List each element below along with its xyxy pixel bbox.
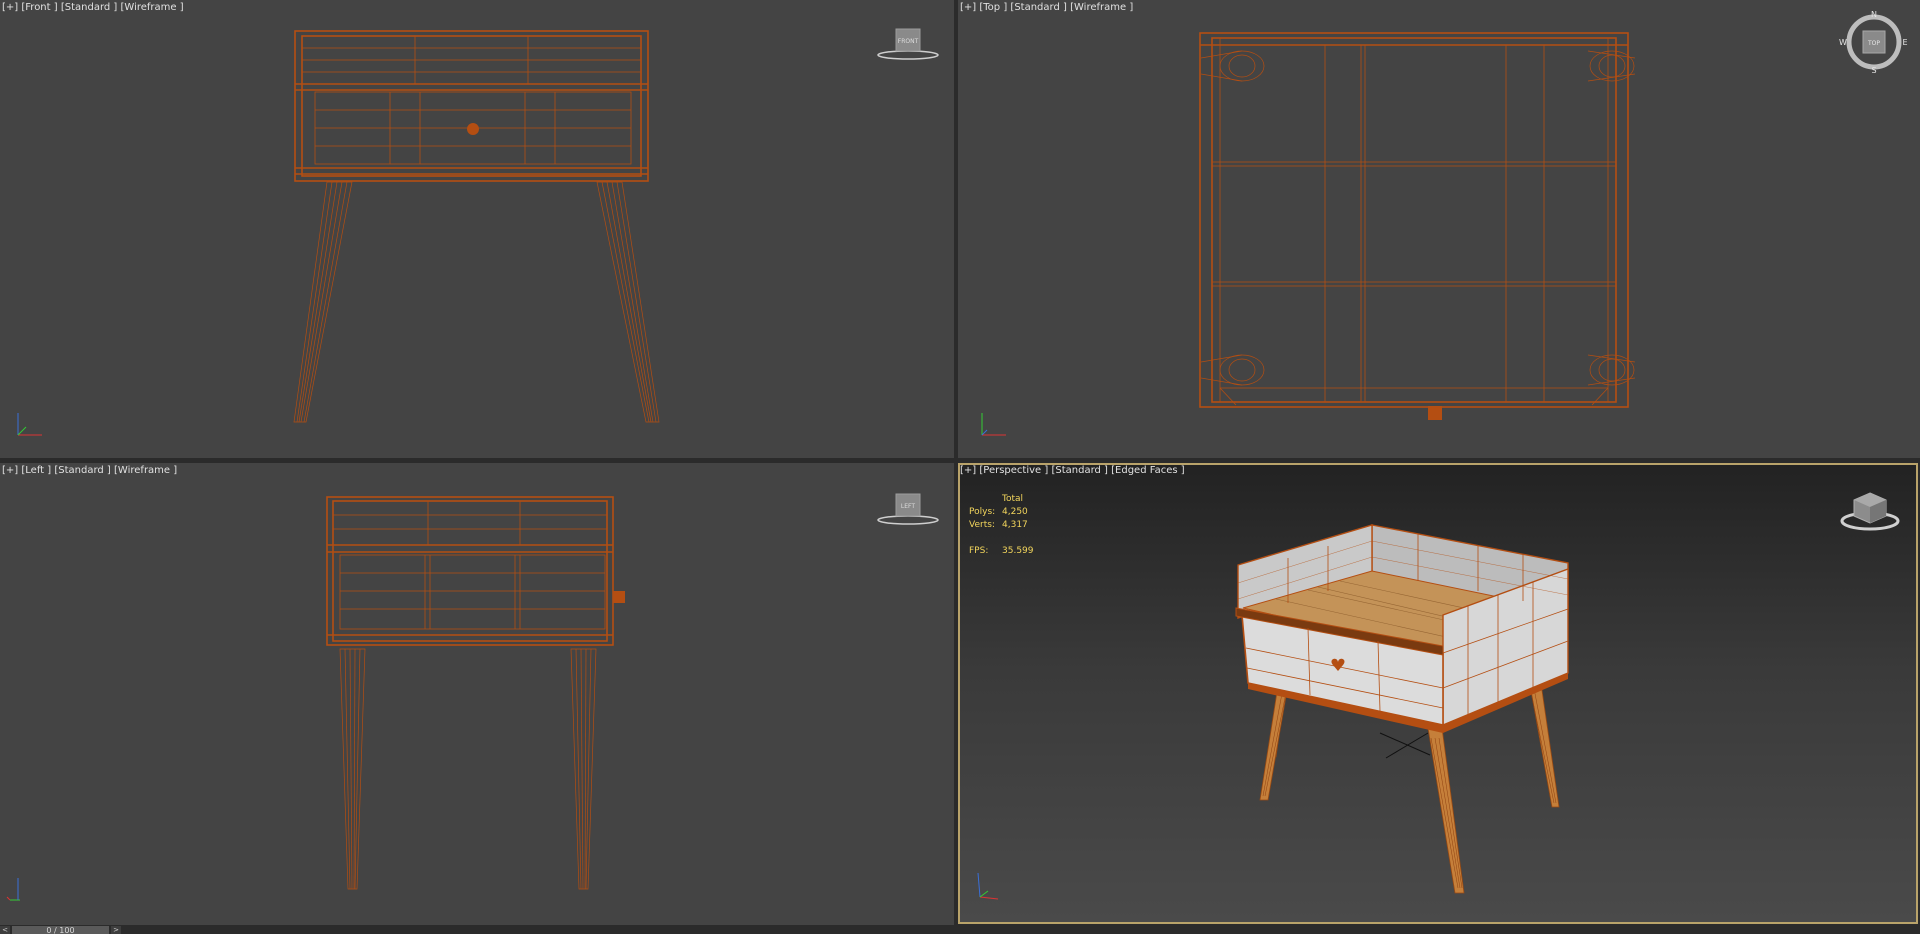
viewport-menu-button[interactable]: [+]	[2, 2, 18, 13]
viewport-left[interactable]: [+] [Left ] [Standard ] [Wireframe ] LEF…	[0, 463, 954, 925]
previous-frame-button[interactable]: <	[0, 926, 10, 934]
shading-mode-label[interactable]: [Wireframe ]	[121, 2, 184, 13]
stats-verts-label: Verts:	[969, 520, 995, 530]
viewport-label-left[interactable]: [+] [Left ] [Standard ] [Wireframe ]	[2, 465, 177, 476]
front-wireframe	[293, 30, 660, 423]
viewcube-face-label: TOP	[1867, 40, 1880, 47]
compass-north-label: N	[1871, 10, 1877, 19]
stats-fps-value: 35.599	[1002, 546, 1034, 556]
next-frame-button[interactable]: >	[111, 926, 121, 934]
viewport-menu-button[interactable]: [+]	[960, 2, 976, 13]
viewport-top[interactable]: [+] [Top ] [Standard ] [Wireframe ] TOP …	[958, 0, 1920, 458]
axis-tripod-icon	[6, 878, 20, 901]
stats-total-label: Total	[1002, 494, 1024, 504]
render-mode-label[interactable]: [Standard ]	[61, 2, 117, 13]
perspective-model	[1235, 524, 1569, 894]
shading-mode-label[interactable]: [Wireframe ]	[1070, 2, 1133, 13]
top-wireframe	[1199, 32, 1636, 420]
view-name-label[interactable]: [Top ]	[979, 2, 1007, 13]
compass-south-label: S	[1871, 66, 1876, 74]
stats-verts-value: 4,317	[1002, 520, 1028, 530]
axis-tripod-icon	[17, 413, 42, 436]
render-mode-label[interactable]: [Standard ]	[1051, 465, 1107, 476]
viewport-label-top[interactable]: [+] [Top ] [Standard ] [Wireframe ]	[960, 2, 1133, 13]
axis-tripod-icon	[981, 413, 1006, 436]
stats-fps-label: FPS:	[969, 546, 989, 556]
viewcube-left[interactable]: LEFT	[874, 491, 942, 527]
compass-east-label: E	[1902, 38, 1907, 47]
view-name-label[interactable]: [Front ]	[21, 2, 57, 13]
viewport-statistics: Total Polys: 4,250 Verts: 4,317 FPS: 35.599	[969, 493, 1034, 558]
compass-west-label: W	[1839, 38, 1847, 47]
viewcube-face-label: FRONT	[898, 38, 919, 45]
shading-mode-label[interactable]: [Edged Faces ]	[1111, 465, 1185, 476]
viewcube-compass-top[interactable]: TOP N S E W	[1838, 8, 1910, 74]
stats-polys-label: Polys:	[969, 507, 996, 517]
viewport-label-front[interactable]: [+] [Front ] [Standard ] [Wireframe ]	[2, 2, 184, 13]
render-mode-label[interactable]: [Standard ]	[54, 465, 110, 476]
viewcube-face-label: LEFT	[901, 503, 915, 510]
viewport-perspective[interactable]: [+] [Perspective ] [Standard ] [Edged Fa…	[958, 463, 1918, 924]
viewcube-perspective[interactable]	[1838, 489, 1902, 535]
time-slider-bar: < 0 / 100 >	[0, 926, 1920, 934]
time-slider[interactable]: 0 / 100	[12, 926, 109, 934]
viewport-menu-button[interactable]: [+]	[2, 465, 18, 476]
stats-polys-value: 4,250	[1002, 507, 1028, 517]
view-name-label[interactable]: [Left ]	[21, 465, 51, 476]
shading-mode-label[interactable]: [Wireframe ]	[114, 465, 177, 476]
axis-tripod-icon	[977, 872, 999, 900]
render-mode-label[interactable]: [Standard ]	[1010, 2, 1066, 13]
viewport-front[interactable]: [+] [Front ] [Standard ] [Wireframe ] FR…	[0, 0, 954, 458]
view-name-label[interactable]: [Perspective ]	[979, 465, 1048, 476]
viewport-menu-button[interactable]: [+]	[960, 465, 976, 476]
viewport-label-perspective[interactable]: [+] [Perspective ] [Standard ] [Edged Fa…	[960, 465, 1185, 476]
viewcube-front[interactable]: FRONT	[874, 26, 942, 62]
left-wireframe	[326, 496, 625, 890]
